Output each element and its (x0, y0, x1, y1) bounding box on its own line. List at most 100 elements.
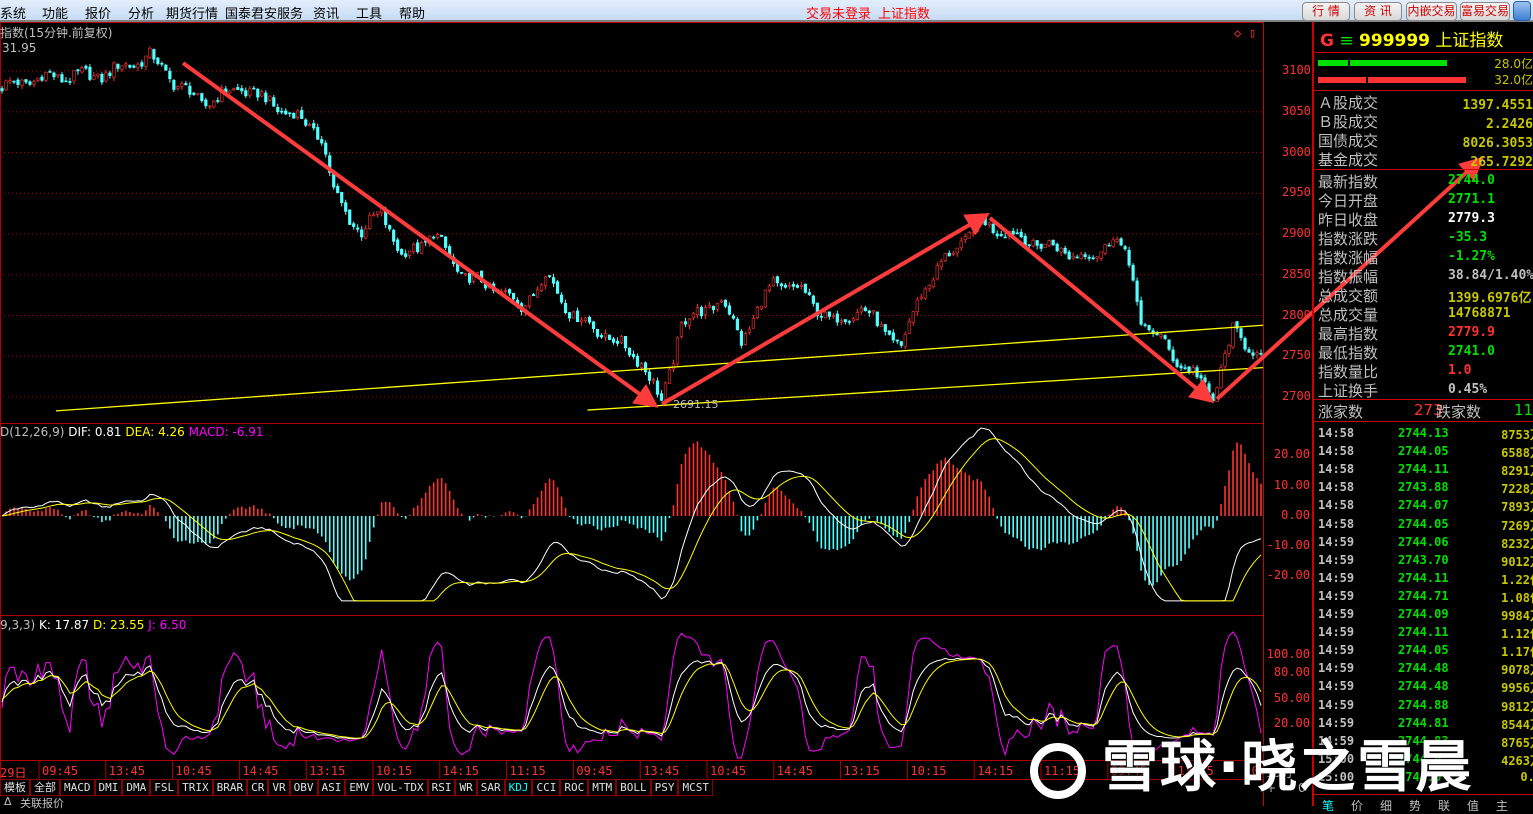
candle (296, 110, 300, 118)
candle (659, 393, 664, 401)
indicator-tab[interactable]: 全部 (30, 779, 60, 796)
candle (543, 276, 548, 287)
candle (839, 320, 843, 323)
indicator-tab[interactable]: BOLL (616, 779, 651, 796)
candle (1139, 300, 1143, 325)
indicator-tab[interactable]: MCST (678, 779, 713, 796)
indicator-tab[interactable]: ASI (317, 779, 346, 796)
price-tick-label: 2800 (1282, 307, 1311, 322)
indicator-tabs: 模板 全部 MACD DMI DMA FSL TRIX BRAR CR VR OBV ASI EMV VO… (0, 779, 713, 796)
candle (396, 239, 400, 251)
candle (959, 240, 963, 248)
candle (1231, 322, 1235, 348)
indicator-tab[interactable]: OBV (289, 779, 318, 796)
tick-volume: 4263万 (1501, 753, 1533, 768)
candle (631, 353, 636, 358)
candle (88, 66, 92, 80)
row-value: 2779.9 (1448, 325, 1495, 340)
indicator-tab[interactable]: BRAR (212, 779, 248, 796)
tick-row: 14:58 2744.05 7269万 (1318, 515, 1533, 533)
indicator-tab[interactable]: CR (247, 779, 269, 796)
indicator-tab[interactable]: DMI (94, 779, 123, 796)
candle (859, 307, 863, 313)
tick-volume: 9012万 (1501, 554, 1533, 569)
candle (1095, 256, 1099, 259)
indicator-tab[interactable]: DMA (122, 779, 151, 796)
candle (983, 217, 987, 226)
candle (1159, 334, 1163, 337)
kdj-legend: 9,3,3) K: 17.87 D: 23.55 J: 6.50 (0, 618, 186, 632)
indicator-tab[interactable]: ROC (560, 779, 589, 796)
indicator-tab[interactable]: VR (268, 779, 290, 796)
tick-time: 14:59 (1318, 534, 1355, 549)
kdj-d: D: 23.55 (92, 618, 145, 632)
menu-icon[interactable]: ≡ (1339, 31, 1353, 51)
macd-dif: DIF: 0.81 (68, 425, 122, 439)
candle (1103, 244, 1107, 254)
indicator-tab[interactable]: WR (455, 779, 477, 796)
tick-volume: 8753万 (1501, 428, 1533, 442)
macd-tick-label: 20.00 (1273, 447, 1310, 461)
time-tick-label: 14:15 (442, 764, 479, 778)
candle (787, 285, 791, 287)
candle (727, 305, 732, 315)
indicator-tab[interactable]: 模板 (0, 779, 30, 796)
candle (1067, 251, 1071, 260)
candle (136, 63, 140, 68)
candle (919, 296, 923, 299)
candle (799, 285, 803, 287)
candle (4, 80, 8, 91)
candle (68, 81, 72, 83)
candle (352, 223, 356, 227)
candle (204, 99, 208, 107)
chart-canvas[interactable] (0, 0, 1533, 806)
panel-toggle-icon[interactable]: ▯ (1249, 26, 1256, 40)
indicator-tab[interactable]: MTM (588, 779, 617, 796)
candle (791, 283, 795, 287)
candle (819, 315, 823, 318)
candle (140, 62, 144, 67)
indicator-tab[interactable]: RSI (427, 779, 456, 796)
candle (651, 379, 656, 382)
tick-row: 14:59 2744.11 1.22亿 (1318, 569, 1533, 587)
indicator-tab[interactable]: SAR (476, 779, 505, 796)
candle (184, 83, 188, 86)
indicator-tab[interactable]: PSY (650, 779, 679, 796)
tick-price: 2744.11 (1398, 462, 1449, 477)
candle (372, 214, 376, 217)
tick-row: 14:58 2744.07 7893万 (1318, 496, 1533, 514)
indicator-tab[interactable]: EMV (345, 779, 374, 796)
indicator-tab[interactable]: KDJ (504, 779, 533, 796)
candle (1227, 345, 1231, 354)
row-label: 指数量比 (1318, 363, 1379, 381)
candle (16, 79, 20, 85)
row-value: 2741.0 (1448, 344, 1495, 359)
candle (1039, 243, 1043, 249)
candle (911, 311, 915, 323)
candle (1167, 339, 1171, 350)
indicator-tab[interactable]: FSL (150, 779, 179, 796)
candle (180, 83, 184, 87)
candle (436, 234, 440, 238)
candle (64, 80, 68, 83)
dea-line (1, 438, 1262, 602)
candle (627, 347, 632, 356)
tick-row: 14:58 2744.13 8753万 (1318, 424, 1533, 442)
collapse-icon[interactable]: Δ (4, 795, 12, 808)
diamond-icon[interactable]: ◇ (1234, 26, 1241, 40)
indicator-tab[interactable]: VOL-TDX (373, 779, 428, 796)
indicator-tab[interactable]: MACD (60, 779, 95, 796)
candle (559, 294, 564, 303)
candle (895, 339, 899, 342)
candle (116, 63, 120, 69)
kdj-tick-label: 100.00 (1266, 647, 1310, 661)
candle (152, 49, 156, 60)
related-quotes-tab[interactable]: 关联报价 (20, 795, 64, 811)
indicator-tab[interactable]: CCI (532, 779, 561, 796)
candle (1043, 243, 1047, 249)
tick-volume: 8291万 (1501, 464, 1533, 479)
indicator-tab[interactable]: TRIX (178, 779, 213, 796)
time-tick-label: 09:45 (576, 764, 613, 778)
tick-volume: 7893万 (1501, 500, 1533, 515)
candle (871, 310, 875, 313)
